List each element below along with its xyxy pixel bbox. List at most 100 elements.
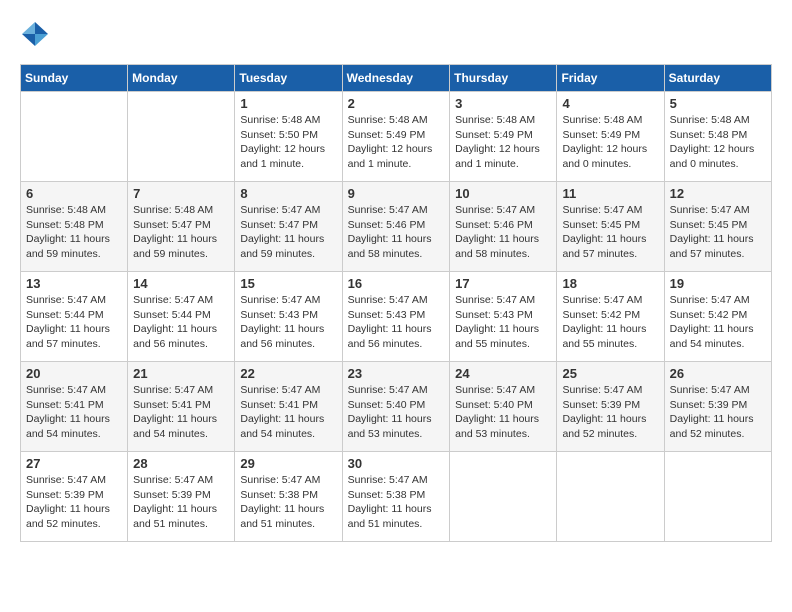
calendar-day-19: 19 Sunrise: 5:47 AM Sunset: 5:42 PM Dayli…: [664, 272, 771, 362]
logo-icon: [20, 20, 50, 48]
calendar-day-22: 22Sunrise: 5:47 AM Sunset: 5:41 PM Dayli…: [235, 362, 342, 452]
day-number: 16: [348, 276, 445, 291]
day-number: 10: [455, 186, 551, 201]
day-number: 2: [348, 96, 445, 111]
header-friday: Friday: [557, 65, 664, 92]
day-info: Sunrise: 5:47 AM Sunset: 5:39 PM Dayligh…: [26, 473, 122, 532]
header-tuesday: Tuesday: [235, 65, 342, 92]
day-info: Sunrise: 5:47 AM Sunset: 5:44 PM Dayligh…: [133, 293, 229, 352]
day-info: Sunrise: 5:47 AM Sunset: 5:39 PM Dayligh…: [670, 383, 766, 442]
calendar-day-14: 14 Sunrise: 5:47 AM Sunset: 5:44 PM Dayli…: [128, 272, 235, 362]
empty-cell: [664, 452, 771, 542]
calendar-day-17: 17 Sunrise: 5:47 AM Sunset: 5:43 PM Dayli…: [450, 272, 557, 362]
day-info: Sunrise: 5:47 AM Sunset: 5:38 PM Dayligh…: [348, 473, 445, 532]
calendar-day-7: 7Sunrise: 5:48 AM Sunset: 5:47 PM Daylig…: [128, 182, 235, 272]
day-number: 23: [348, 366, 445, 381]
calendar-day-20: 20 Sunrise: 5:47 AM Sunset: 5:41 PM Dayli…: [21, 362, 128, 452]
day-number: 12: [670, 186, 766, 201]
day-number: 4: [562, 96, 658, 111]
day-number: 26: [670, 366, 766, 381]
day-number: 30: [348, 456, 445, 471]
calendar-day-16: 16 Sunrise: 5:47 AM Sunset: 5:43 PM Dayli…: [342, 272, 450, 362]
day-info: Sunrise: 5:47 AM Sunset: 5:43 PM Dayligh…: [240, 293, 336, 352]
day-info: Sunrise: 5:48 AM Sunset: 5:49 PM Dayligh…: [562, 113, 658, 172]
calendar-day-12: 12 Sunrise: 5:47 AM Sunset: 5:45 PM Dayli…: [664, 182, 771, 272]
logo: [20, 20, 54, 48]
header-thursday: Thursday: [450, 65, 557, 92]
empty-cell: [450, 452, 557, 542]
header-sunday: Sunday: [21, 65, 128, 92]
header-saturday: Saturday: [664, 65, 771, 92]
calendar-day-29: 29Sunrise: 5:47 AM Sunset: 5:38 PM Dayli…: [235, 452, 342, 542]
calendar-day-11: 11Sunrise: 5:47 AM Sunset: 5:45 PM Dayli…: [557, 182, 664, 272]
empty-cell: [128, 92, 235, 182]
day-info: Sunrise: 5:47 AM Sunset: 5:39 PM Dayligh…: [562, 383, 658, 442]
day-number: 5: [670, 96, 766, 111]
day-info: Sunrise: 5:47 AM Sunset: 5:47 PM Dayligh…: [240, 203, 336, 262]
day-number: 25: [562, 366, 658, 381]
day-number: 22: [240, 366, 336, 381]
day-info: Sunrise: 5:47 AM Sunset: 5:41 PM Dayligh…: [26, 383, 122, 442]
day-info: Sunrise: 5:48 AM Sunset: 5:50 PM Dayligh…: [240, 113, 336, 172]
day-info: Sunrise: 5:48 AM Sunset: 5:48 PM Dayligh…: [670, 113, 766, 172]
header-wednesday: Wednesday: [342, 65, 450, 92]
day-info: Sunrise: 5:47 AM Sunset: 5:42 PM Dayligh…: [670, 293, 766, 352]
day-info: Sunrise: 5:47 AM Sunset: 5:41 PM Dayligh…: [133, 383, 229, 442]
calendar-day-5: 5 Sunrise: 5:48 AM Sunset: 5:48 PM Daylig…: [664, 92, 771, 182]
header-monday: Monday: [128, 65, 235, 92]
day-info: Sunrise: 5:48 AM Sunset: 5:47 PM Dayligh…: [133, 203, 229, 262]
calendar-week-3: 13 Sunrise: 5:47 AM Sunset: 5:44 PM Dayli…: [21, 272, 772, 362]
day-number: 28: [133, 456, 229, 471]
day-info: Sunrise: 5:47 AM Sunset: 5:42 PM Dayligh…: [562, 293, 658, 352]
calendar-header-row: SundayMondayTuesdayWednesdayThursdayFrid…: [21, 65, 772, 92]
calendar-week-5: 27 Sunrise: 5:47 AM Sunset: 5:39 PM Dayli…: [21, 452, 772, 542]
calendar-day-13: 13 Sunrise: 5:47 AM Sunset: 5:44 PM Dayli…: [21, 272, 128, 362]
day-info: Sunrise: 5:47 AM Sunset: 5:43 PM Dayligh…: [348, 293, 445, 352]
calendar-day-21: 21 Sunrise: 5:47 AM Sunset: 5:41 PM Dayli…: [128, 362, 235, 452]
day-info: Sunrise: 5:47 AM Sunset: 5:40 PM Dayligh…: [455, 383, 551, 442]
calendar-day-10: 10 Sunrise: 5:47 AM Sunset: 5:46 PM Dayli…: [450, 182, 557, 272]
day-number: 27: [26, 456, 122, 471]
day-number: 3: [455, 96, 551, 111]
day-number: 24: [455, 366, 551, 381]
calendar-day-1: 1 Sunrise: 5:48 AM Sunset: 5:50 PM Daylig…: [235, 92, 342, 182]
calendar-day-24: 24 Sunrise: 5:47 AM Sunset: 5:40 PM Dayli…: [450, 362, 557, 452]
calendar-day-2: 2 Sunrise: 5:48 AM Sunset: 5:49 PM Daylig…: [342, 92, 450, 182]
day-number: 9: [348, 186, 445, 201]
empty-cell: [21, 92, 128, 182]
calendar-day-4: 4 Sunrise: 5:48 AM Sunset: 5:49 PM Daylig…: [557, 92, 664, 182]
day-number: 8: [240, 186, 336, 201]
day-number: 29: [240, 456, 336, 471]
day-info: Sunrise: 5:47 AM Sunset: 5:39 PM Dayligh…: [133, 473, 229, 532]
calendar-day-9: 9 Sunrise: 5:47 AM Sunset: 5:46 PM Daylig…: [342, 182, 450, 272]
calendar-table: SundayMondayTuesdayWednesdayThursdayFrid…: [20, 64, 772, 542]
day-info: Sunrise: 5:47 AM Sunset: 5:44 PM Dayligh…: [26, 293, 122, 352]
day-number: 14: [133, 276, 229, 291]
day-number: 20: [26, 366, 122, 381]
day-number: 18: [562, 276, 658, 291]
calendar-day-8: 8 Sunrise: 5:47 AM Sunset: 5:47 PM Daylig…: [235, 182, 342, 272]
day-info: Sunrise: 5:47 AM Sunset: 5:46 PM Dayligh…: [348, 203, 445, 262]
calendar-day-18: 18 Sunrise: 5:47 AM Sunset: 5:42 PM Dayli…: [557, 272, 664, 362]
calendar-day-25: 25 Sunrise: 5:47 AM Sunset: 5:39 PM Dayli…: [557, 362, 664, 452]
day-info: Sunrise: 5:47 AM Sunset: 5:43 PM Dayligh…: [455, 293, 551, 352]
calendar-week-2: 6Sunrise: 5:48 AM Sunset: 5:48 PM Daylig…: [21, 182, 772, 272]
day-number: 6: [26, 186, 122, 201]
day-info: Sunrise: 5:47 AM Sunset: 5:40 PM Dayligh…: [348, 383, 445, 442]
calendar-week-4: 20 Sunrise: 5:47 AM Sunset: 5:41 PM Dayli…: [21, 362, 772, 452]
empty-cell: [557, 452, 664, 542]
day-info: Sunrise: 5:48 AM Sunset: 5:49 PM Dayligh…: [455, 113, 551, 172]
day-number: 15: [240, 276, 336, 291]
day-number: 19: [670, 276, 766, 291]
calendar-day-30: 30 Sunrise: 5:47 AM Sunset: 5:38 PM Dayli…: [342, 452, 450, 542]
day-number: 1: [240, 96, 336, 111]
day-number: 13: [26, 276, 122, 291]
calendar-day-28: 28 Sunrise: 5:47 AM Sunset: 5:39 PM Dayli…: [128, 452, 235, 542]
day-number: 21: [133, 366, 229, 381]
day-info: Sunrise: 5:48 AM Sunset: 5:49 PM Dayligh…: [348, 113, 445, 172]
day-number: 17: [455, 276, 551, 291]
calendar-day-27: 27 Sunrise: 5:47 AM Sunset: 5:39 PM Dayli…: [21, 452, 128, 542]
day-info: Sunrise: 5:47 AM Sunset: 5:46 PM Dayligh…: [455, 203, 551, 262]
day-info: Sunrise: 5:47 AM Sunset: 5:45 PM Dayligh…: [670, 203, 766, 262]
calendar-day-23: 23 Sunrise: 5:47 AM Sunset: 5:40 PM Dayli…: [342, 362, 450, 452]
